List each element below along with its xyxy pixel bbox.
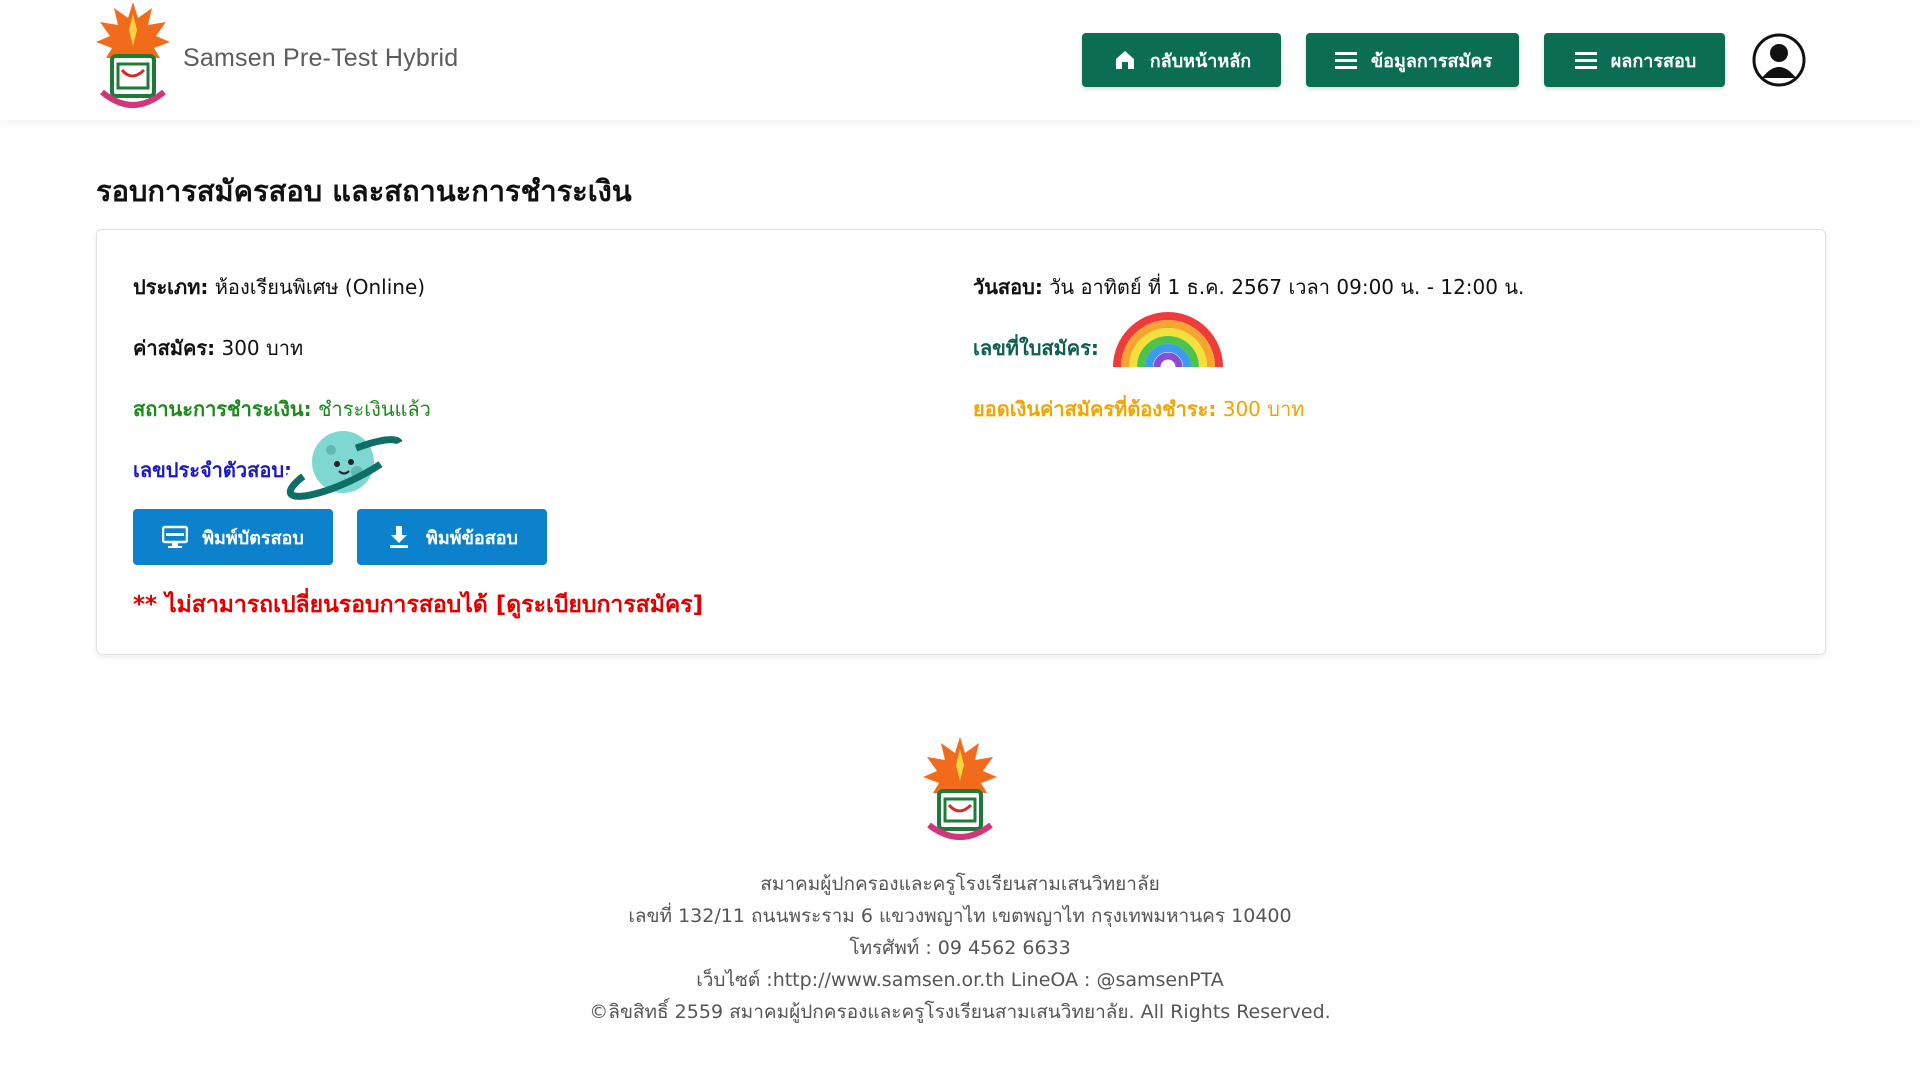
amount-due-value: 300 บาท <box>1222 397 1305 421</box>
exam-type-value: ห้องเรียนพิเศษ (Online) <box>214 275 426 299</box>
amount-due-label: ยอดเงินค่าสมัครที่ต้องชำระ: <box>973 397 1217 421</box>
payment-status-row: สถานะการชำระเงิน: ชำระเงินแล้ว <box>133 393 431 425</box>
home-icon <box>1112 47 1138 73</box>
application-number-label: เลขที่ใบสมัคร: <box>973 336 1099 360</box>
footer-copyright: ©ลิขสิทธิ์ 2559 สมาคมผู้ปกครองและครูโรงเ… <box>589 1001 1331 1023</box>
footer-school-logo <box>923 737 997 840</box>
payment-status-value: ชำระเงินแล้ว <box>317 397 431 421</box>
fee-value: 300 บาท <box>221 336 304 360</box>
footer-org-name: สมาคมผู้ปกครองและครูโรงเรียนสามเสนวิทยาล… <box>760 873 1160 895</box>
amount-due-row: ยอดเงินค่าสมัครที่ต้องชำระ: 300 บาท <box>973 393 1304 425</box>
page-title: รอบการสมัครสอบ และสถานะการชำระเงิน <box>96 174 632 208</box>
menu-icon <box>1573 47 1599 73</box>
rainbow-sticker-icon <box>1107 307 1229 370</box>
footer-address: เลขที่ 132/11 ถนนพระราม 6 แขวงพญาไท เขตพ… <box>628 905 1292 927</box>
fee-label: ค่าสมัคร: <box>133 336 216 360</box>
change-round-warning: ** ไม่สามารถเปลี่ยนรอบการสอบได้ [ดูระเบี… <box>133 587 703 623</box>
exam-date-row: วันสอบ: วัน อาทิตย์ ที่ 1 ธ.ค. 2567 เวลา… <box>973 271 1524 303</box>
exam-id-label: เลขประจำตัวสอบ: <box>133 458 293 482</box>
user-circle-icon[interactable] <box>1752 33 1806 87</box>
download-icon <box>386 524 412 550</box>
footer-website: เว็บไซต์ :http://www.samsen.or.th LineOA… <box>696 969 1224 991</box>
print-exam-paper-button[interactable]: พิมพ์ข้อสอบ <box>357 509 547 565</box>
exam-type-label: ประเภท: <box>133 275 209 299</box>
top-navbar: Samsen Pre-Test Hybrid กลับหน้าหลัก ข้อม… <box>0 0 1920 120</box>
print-exam-card-label: พิมพ์บัตรสอบ <box>202 527 304 549</box>
print-exam-paper-label: พิมพ์ข้อสอบ <box>426 527 518 549</box>
application-info-button[interactable]: ข้อมูลการสมัคร <box>1306 33 1519 87</box>
home-button[interactable]: กลับหน้าหลัก <box>1082 33 1281 87</box>
registration-status-card: ประเภท: ห้องเรียนพิเศษ (Online) ค่าสมัคร… <box>96 229 1826 655</box>
payment-status-label: สถานะการชำระเงิน: <box>133 397 312 421</box>
footer-phone: โทรศัพท์ : 09 4562 6633 <box>849 937 1071 959</box>
fee-row: ค่าสมัคร: 300 บาท <box>133 332 303 364</box>
exam-results-button[interactable]: ผลการสอบ <box>1544 33 1725 87</box>
monitor-icon <box>162 524 189 550</box>
school-logo[interactable] <box>94 0 172 116</box>
exam-id-row: เลขประจำตัวสอบ: <box>133 454 292 486</box>
menu-icon <box>1333 47 1359 73</box>
exam-date-value: วัน อาทิตย์ ที่ 1 ธ.ค. 2567 เวลา 09:00 น… <box>1049 275 1525 299</box>
application-info-label: ข้อมูลการสมัคร <box>1370 50 1493 72</box>
exam-results-label: ผลการสอบ <box>1610 50 1697 72</box>
registration-rules-link[interactable]: [ดูระเบียบการสมัคร] <box>496 592 703 618</box>
planet-sticker-icon <box>281 426 409 505</box>
exam-type-row: ประเภท: ห้องเรียนพิเศษ (Online) <box>133 271 425 303</box>
home-button-label: กลับหน้าหลัก <box>1149 50 1252 72</box>
application-number-row: เลขที่ใบสมัคร: <box>973 332 1099 364</box>
print-exam-card-button[interactable]: พิมพ์บัตรสอบ <box>133 509 333 565</box>
app-title: Samsen Pre-Test Hybrid <box>183 44 459 72</box>
exam-date-label: วันสอบ: <box>973 275 1043 299</box>
warning-text: ** ไม่สามารถเปลี่ยนรอบการสอบได้ <box>133 592 488 618</box>
